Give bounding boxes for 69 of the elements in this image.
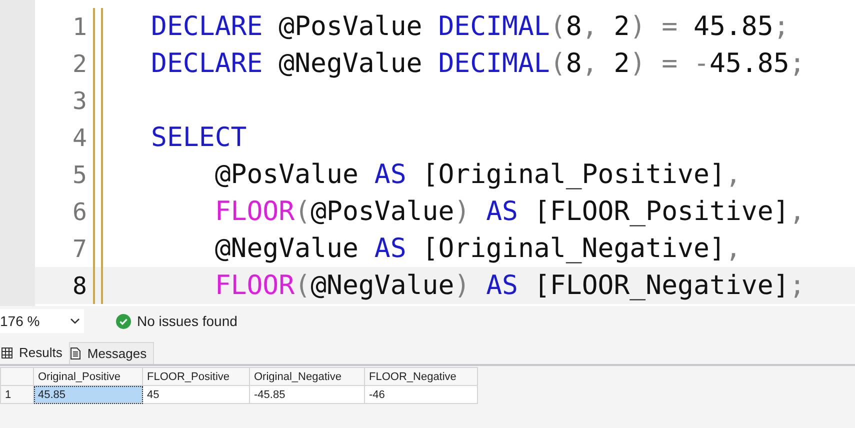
zoom-dropdown[interactable]: 176 % <box>0 309 84 333</box>
code-token: [FLOOR_Negative] <box>532 270 790 301</box>
column-header: FLOOR_Positive <box>142 368 250 386</box>
line-number: 1 <box>72 12 87 40</box>
line-number: 6 <box>72 198 87 226</box>
code-token: ) <box>630 48 646 79</box>
code-token: 2 <box>614 11 630 42</box>
code-token: 8 <box>566 11 582 42</box>
code-token: ) <box>454 196 470 227</box>
code-token: DECLARE <box>151 48 263 79</box>
line-number: 2 <box>72 50 87 78</box>
code-token: ) <box>630 11 646 42</box>
code-token: @NegValue <box>310 270 454 301</box>
column-header: Original_Positive <box>34 368 142 386</box>
status-message: No issues found <box>137 313 238 329</box>
table-cell[interactable]: 45.85 <box>34 386 142 404</box>
grid-icon <box>1 346 13 358</box>
code-token: DECLARE <box>151 11 263 42</box>
code-token: @PosValue <box>310 196 454 227</box>
line-number: 7 <box>72 234 87 262</box>
code-token: AS <box>485 196 518 227</box>
line-number: 8 <box>72 272 87 300</box>
code-token: AS <box>485 270 518 301</box>
code-token: @PosValue <box>214 159 360 190</box>
code-token: 2 <box>614 48 630 79</box>
code-token: 45.85 <box>710 48 790 79</box>
column-header: FLOOR_Negative <box>364 368 478 386</box>
line-number: 4 <box>72 124 87 152</box>
code-token: ( <box>550 11 566 42</box>
document-icon <box>70 347 82 360</box>
code-token: , <box>582 48 599 79</box>
code-token: 45.85 <box>694 11 774 42</box>
code-token: FLOOR <box>214 196 295 227</box>
line-number: 3 <box>72 86 87 114</box>
results-tab[interactable]: Messages <box>69 342 154 364</box>
table-cell[interactable]: -45.85 <box>250 386 364 404</box>
code-token: [FLOOR_Positive] <box>532 196 790 227</box>
code-token: ) <box>454 270 470 301</box>
code-token: [Original_Negative] <box>421 233 726 264</box>
check-circle-icon <box>116 314 131 328</box>
code-token: DECIMAL <box>438 11 550 42</box>
code-token: AS <box>374 233 406 264</box>
code-token: = - <box>660 48 710 79</box>
chevron-down-icon <box>70 318 80 324</box>
code-token: [Original_Positive] <box>421 159 726 190</box>
code-token: ( <box>294 270 311 301</box>
code-token: @NegValue <box>278 48 424 79</box>
code-token: ( <box>550 48 566 79</box>
row-number: 1 <box>0 386 34 404</box>
code-token: @NegValue <box>214 233 360 264</box>
code-token: DECIMAL <box>438 48 550 79</box>
code-token: ( <box>294 196 311 227</box>
code-token: , <box>725 233 742 264</box>
code-token: , <box>725 159 742 190</box>
code-token: ; <box>789 48 806 79</box>
code-token: AS <box>374 159 406 190</box>
code-token: , <box>789 196 806 227</box>
code-token: @PosValue <box>278 11 424 42</box>
code-token: 8 <box>566 48 582 79</box>
code-token: FLOOR <box>214 270 295 301</box>
column-header: Original_Negative <box>250 368 364 386</box>
table-cell[interactable]: -46 <box>364 386 478 404</box>
line-number: 5 <box>72 160 87 188</box>
code-token: ; <box>773 11 790 42</box>
code-token: ; <box>789 270 806 301</box>
code-token: = <box>660 11 679 42</box>
code-token: , <box>582 11 599 42</box>
table-cell[interactable]: 45 <box>142 386 250 404</box>
code-token: SELECT <box>151 122 247 153</box>
